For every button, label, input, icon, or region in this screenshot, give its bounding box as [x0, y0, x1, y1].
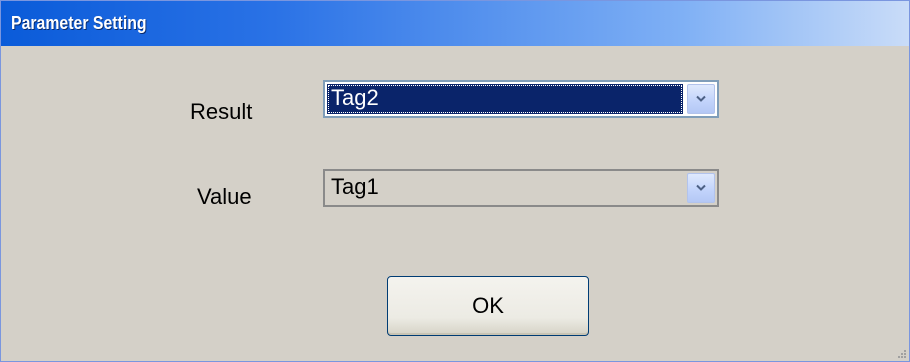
- value-dropdown[interactable]: Tag1: [323, 169, 719, 207]
- result-label: Result: [190, 99, 253, 124]
- value-dropdown-button[interactable]: [687, 173, 715, 203]
- parameter-setting-dialog: Parameter Setting Result Tag2 Value Tag1…: [0, 0, 910, 362]
- result-dropdown-button[interactable]: [687, 84, 715, 114]
- result-dropdown[interactable]: Tag2: [323, 80, 719, 118]
- chevron-down-icon: [696, 95, 706, 102]
- ok-button[interactable]: OK: [387, 276, 589, 336]
- resize-grip-icon[interactable]: [895, 347, 907, 359]
- dialog-content: Result Tag2 Value Tag1 OK: [1, 46, 909, 361]
- window-title: Parameter Setting: [11, 13, 147, 33]
- chevron-down-icon: [696, 184, 706, 191]
- value-selected-value[interactable]: Tag1: [327, 173, 683, 203]
- result-selected-value[interactable]: Tag2: [327, 84, 683, 114]
- title-bar[interactable]: Parameter Setting: [1, 1, 909, 46]
- value-label: Value: [197, 184, 252, 209]
